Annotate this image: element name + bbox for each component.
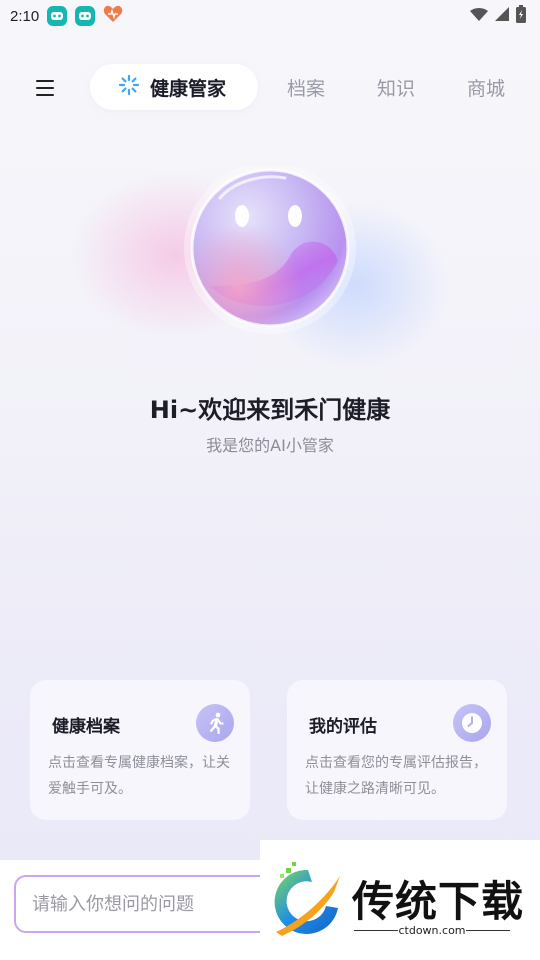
clock-icon [453, 704, 491, 742]
tab-mall[interactable]: 商城 [467, 74, 505, 101]
welcome-heading: Hi~欢迎来到禾门健康 [149, 396, 391, 424]
signal-icon [494, 6, 510, 26]
heart-app-icon [103, 5, 123, 27]
tab-knowledge[interactable]: 知识 [377, 74, 415, 101]
watermark-brand: 传统下载 [352, 877, 525, 926]
loading-spinner-icon [118, 74, 140, 100]
tab-records[interactable]: 档案 [287, 74, 325, 101]
tab-active-label: 健康管家 [150, 77, 227, 100]
wifi-icon [470, 7, 488, 26]
ai-mascot-area [0, 130, 540, 380]
battery-icon [516, 5, 526, 27]
ai-mascot-orb[interactable] [180, 166, 360, 336]
app-notification-icon [75, 6, 96, 26]
card-description: 点击查看专属健康档案，让关爱触手可及。 [48, 755, 230, 797]
app-notification-icon [47, 6, 68, 26]
watermark-divider [466, 930, 510, 931]
welcome-subtitle: 我是您的AI小管家 [206, 436, 334, 455]
card-title: 健康档案 [52, 717, 120, 737]
card-description: 点击查看您的专属评估报告，让健康之路清晰可见。 [305, 755, 487, 797]
running-person-icon [196, 704, 234, 742]
watermark-logo [274, 862, 340, 936]
status-left: 2:10 [10, 5, 123, 27]
top-navigation: 健康管家 档案 知识 商城 [0, 62, 540, 112]
status-time: 2:10 [10, 7, 40, 25]
my-assessment-card[interactable]: 我的评估 点击查看您的专属评估报告，让健康之路清晰可见。 [287, 680, 507, 820]
hamburger-menu-icon[interactable] [36, 80, 54, 96]
watermark-overlay: 传统下载 ctdown.com [260, 840, 540, 960]
card-title: 我的评估 [309, 717, 377, 737]
tab-health-butler[interactable]: 健康管家 [90, 64, 258, 110]
status-right [470, 5, 526, 27]
status-bar: 2:10 [0, 0, 540, 32]
health-records-card[interactable]: 健康档案 点击查看专属健康档案，让关爱触手可及。 [30, 680, 250, 820]
